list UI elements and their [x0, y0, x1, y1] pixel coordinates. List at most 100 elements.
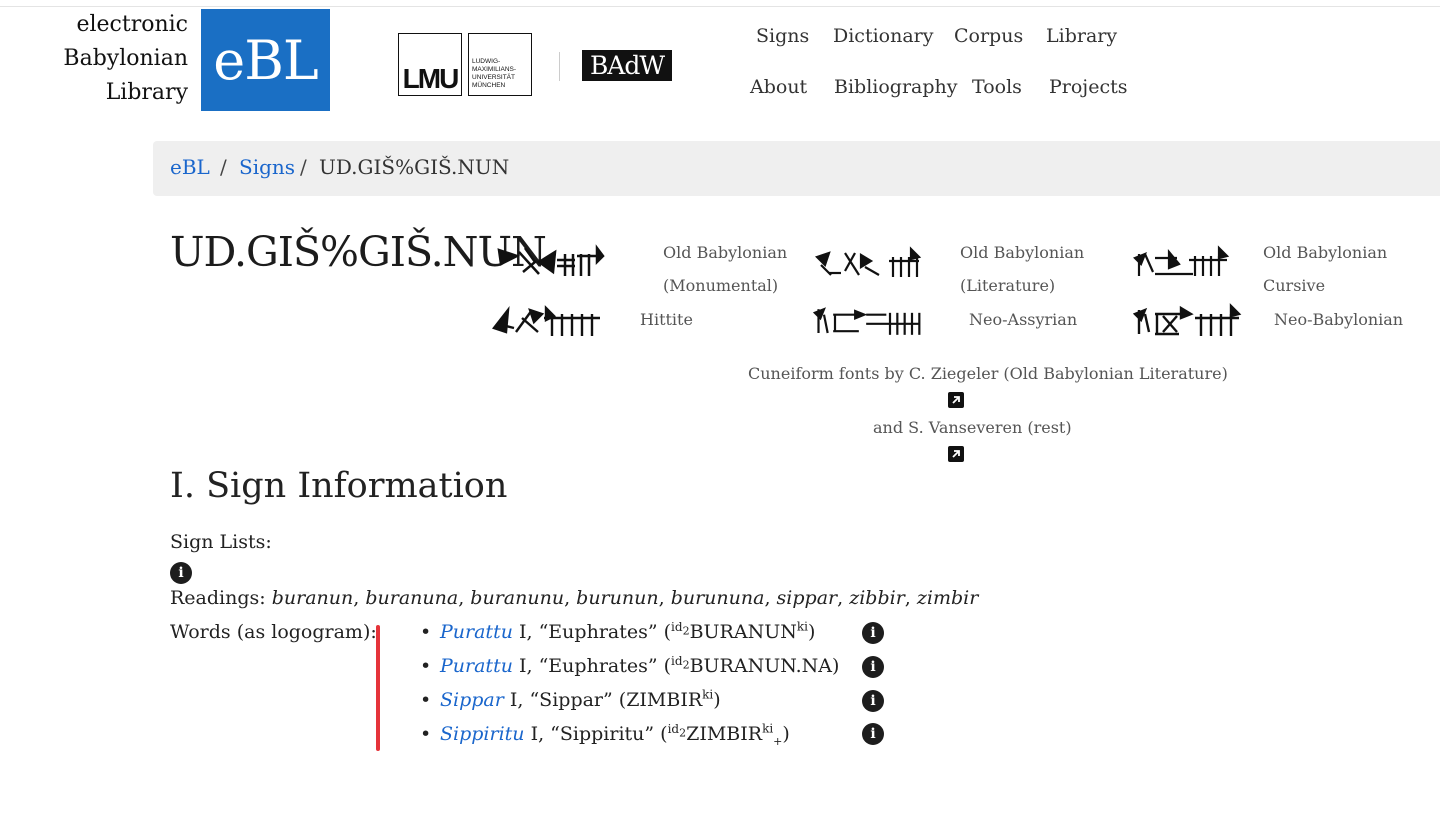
nav-dictionary[interactable]: Dictionary [833, 25, 933, 47]
word-determinative: id2 [671, 653, 690, 672]
top-border [0, 6, 1440, 7]
lmu-logo-text: LUDWIG- MAXIMILIANS- UNIVERSITÄT MÜNCHEN [468, 33, 532, 96]
readings-label: Readings: [170, 587, 266, 609]
reading-separator: , [904, 587, 917, 609]
word-open-paren: ( [663, 621, 672, 643]
nav-signs[interactable]: Signs [756, 25, 809, 47]
external-link-icon[interactable] [948, 392, 964, 408]
nav-corpus[interactable]: Corpus [954, 25, 1023, 47]
logo-line-electronic: electronic [76, 12, 188, 37]
breadcrumb-ebl[interactable]: eBL [170, 155, 210, 179]
breadcrumb-separator: / [300, 155, 307, 179]
breadcrumb-separator: / [220, 155, 227, 179]
logo-line-babylonian: Babylonian [63, 46, 188, 71]
sign-title: UD.GIŠ%GIŠ.NUN [170, 228, 547, 276]
reading-value: buranun [271, 587, 354, 609]
sign-lists-label: Sign Lists: [170, 531, 272, 553]
word-close-paren: ) [807, 621, 816, 643]
info-icon[interactable]: i [862, 723, 884, 745]
word-gloss: “Sippar” [529, 689, 613, 711]
font-label-hittite: Hittite [640, 310, 693, 329]
word-homonym: I, [519, 655, 533, 677]
word-close-paren: ) [782, 723, 790, 745]
word-logogram: BURANUN.NA [689, 655, 833, 677]
word-gloss: “Sippiritu” [550, 723, 655, 745]
font-credit-ziegeler: Cuneiform fonts by C. Ziegeler (Old Baby… [748, 364, 1228, 383]
reading-value: sippar [776, 587, 838, 609]
word-homonym: I, [519, 621, 533, 643]
cuneiform-glyph-ob-cursive [1133, 245, 1230, 276]
word-lemma-link[interactable]: Purattu [440, 655, 513, 677]
section-title-sign-information: I. Sign Information [170, 466, 508, 506]
font-label-ob-cursive: Old Babylonian Cursive [1263, 243, 1388, 295]
word-lemma-link[interactable]: Sippar [440, 689, 504, 711]
reading-separator: , [658, 587, 671, 609]
ebl-logo[interactable]: eBL [201, 9, 330, 111]
info-icon[interactable]: i [862, 622, 884, 644]
nav-tools[interactable]: Tools [972, 76, 1022, 98]
word-postdeterminative: ki [762, 721, 774, 736]
word-postdeterminative: ki [796, 619, 808, 634]
badw-logo[interactable]: BAdW [582, 50, 672, 81]
breadcrumb-signs[interactable]: Signs [239, 155, 295, 179]
font-label-ob-monumental: Old Babylonian (Monumental) [663, 243, 788, 295]
word-lemma-link[interactable]: Purattu [440, 621, 513, 643]
nav-library[interactable]: Library [1046, 25, 1117, 47]
cuneiform-glyph-neo-assyrian [813, 307, 921, 335]
word-open-paren: ( [660, 723, 668, 745]
word-determinative-index: 2 [682, 624, 690, 638]
font-label-neo-babylonian: Neo-Babylonian [1274, 310, 1404, 329]
words-label: Words (as logogram): [170, 621, 377, 643]
readings-list: buranun, buranuna, buranunu, burunun, bu… [272, 587, 979, 609]
reading-value: zibbir [849, 587, 905, 609]
cuneiform-glyph-hittite [492, 305, 600, 336]
reading-separator: , [837, 587, 850, 609]
lmu-logo-mark: LMU [398, 33, 462, 96]
words-accent-bar [376, 625, 380, 751]
bullet-icon: • [420, 723, 432, 745]
font-label-neo-assyrian: Neo-Assyrian [969, 310, 1078, 329]
reading-value: buranunu [470, 587, 565, 609]
word-close-paren: ) [713, 689, 721, 711]
word-list-item: • Sippar I, “Sippar” (ZIMBIRki) [420, 689, 721, 711]
lmu-logo[interactable]: LMU LUDWIG- MAXIMILIANS- UNIVERSITÄT MÜN… [398, 33, 534, 98]
reading-separator: , [764, 587, 777, 609]
word-open-paren: ( [663, 655, 672, 677]
word-logogram: ZIMBIR [626, 689, 703, 711]
nav-about[interactable]: About [750, 76, 807, 98]
reading-separator: , [458, 587, 471, 609]
bullet-icon: • [420, 689, 432, 711]
cuneiform-glyph-ob-literature [815, 246, 922, 277]
info-icon[interactable]: i [862, 656, 884, 678]
cuneiform-glyph-ob-monumental [497, 244, 605, 276]
word-postdeterminative: ki [702, 687, 714, 702]
info-icon[interactable]: i [170, 562, 192, 584]
readings: Readings: buranun, buranuna, buranunu, b… [170, 587, 978, 609]
bullet-icon: • [420, 621, 432, 643]
nav-projects[interactable]: Projects [1049, 76, 1127, 98]
nav-bibliography[interactable]: Bibliography [834, 76, 958, 98]
word-list-item: • Purattu I, “Euphrates” (id2BURANUN.NA) [420, 655, 839, 677]
word-determinative: id2 [671, 619, 690, 638]
breadcrumb: eBL / Signs / UD.GIŠ%GIŠ.NUN [153, 141, 1440, 196]
word-determinative-index: 2 [682, 658, 690, 672]
reading-value: burununa [670, 587, 765, 609]
reading-separator: , [564, 587, 577, 609]
external-link-icon[interactable] [948, 446, 964, 462]
logo-line-library: Library [105, 80, 188, 105]
reading-separator: , [353, 587, 366, 609]
word-lemma-link[interactable]: Sippiritu [440, 723, 525, 745]
word-list-item: • Sippiritu I, “Sippiritu” (id2ZIMBIRki+) [420, 721, 790, 747]
breadcrumb-current: UD.GIŠ%GIŠ.NUN [319, 155, 510, 179]
reading-value: burunun [576, 587, 659, 609]
word-determinative: id2 [667, 721, 687, 740]
word-gloss: “Euphrates” [538, 655, 658, 677]
reading-value: buranuna [365, 587, 459, 609]
info-icon[interactable]: i [862, 690, 884, 712]
word-homonym: I, [530, 723, 545, 745]
word-close-paren: ) [832, 655, 840, 677]
word-logogram: ZIMBIR [686, 723, 763, 745]
logo-divider [559, 52, 560, 81]
word-logogram: BURANUN [689, 621, 797, 643]
site-logo-text[interactable]: electronic Babylonian Library [40, 8, 188, 110]
